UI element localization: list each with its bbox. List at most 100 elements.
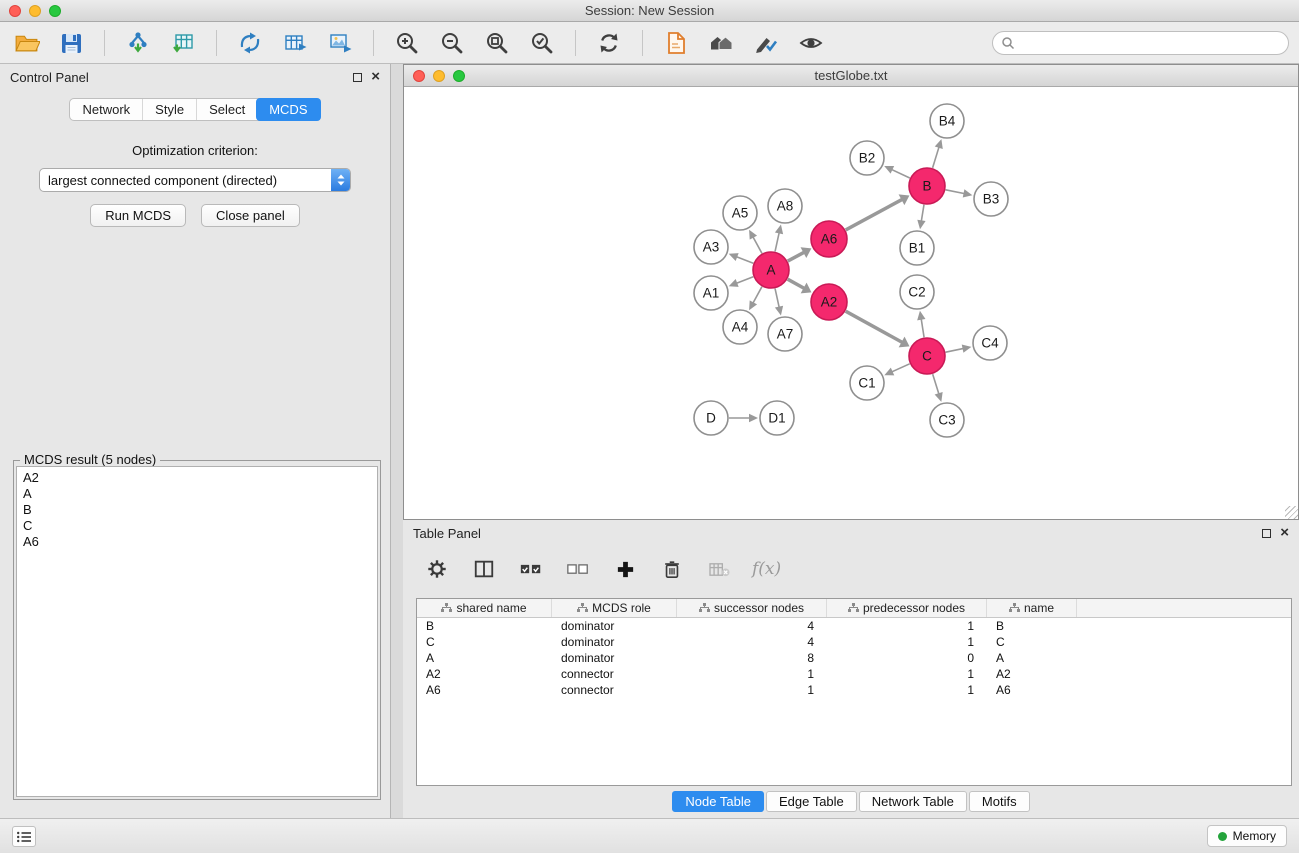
tab-mcds[interactable]: MCDS	[256, 98, 320, 121]
tab-network[interactable]: Network	[70, 99, 142, 120]
graph-node-A5[interactable]: A5	[723, 196, 757, 230]
graph-edge-A-A4[interactable]	[753, 287, 762, 304]
result-item[interactable]: C	[23, 518, 371, 534]
graph-edge-C-C2[interactable]	[921, 319, 924, 338]
graph-node-B[interactable]: B	[909, 168, 945, 204]
search-box[interactable]	[992, 31, 1289, 55]
result-item[interactable]: A	[23, 486, 371, 502]
delete-column-icon[interactable]	[705, 555, 733, 583]
graph-node-B2[interactable]: B2	[850, 141, 884, 175]
graph-node-C2[interactable]: C2	[900, 275, 934, 309]
graph-node-B4[interactable]: B4	[930, 104, 964, 138]
graph-node-C[interactable]: C	[909, 338, 945, 374]
refresh-icon[interactable]	[595, 29, 623, 57]
graph-node-A[interactable]: A	[753, 252, 789, 288]
graph-node-A2[interactable]: A2	[811, 284, 847, 320]
show-columns-icon[interactable]	[470, 555, 498, 583]
graph-node-A3[interactable]: A3	[694, 230, 728, 264]
graph-node-C4[interactable]: C4	[973, 326, 1007, 360]
table-row[interactable]: A2connector11A2	[417, 666, 1291, 682]
zoom-fit-icon[interactable]	[483, 29, 511, 57]
export-image-icon[interactable]	[326, 29, 354, 57]
task-history-button[interactable]	[12, 826, 36, 847]
memory-button[interactable]: Memory	[1207, 825, 1287, 847]
graph-edge-A2-C[interactable]	[846, 311, 903, 342]
network-canvas[interactable]: B4B2BB3A5A8A6A3B1AA1C2A2A4A7C4CC1C3DD1	[404, 87, 1298, 519]
eye-icon[interactable]	[797, 29, 825, 57]
tab-select[interactable]: Select	[196, 99, 257, 120]
export-table-icon[interactable]	[281, 29, 309, 57]
table-row[interactable]: A6connector11A6	[417, 682, 1291, 698]
close-panel-icon[interactable]: ×	[371, 72, 380, 82]
home-icon[interactable]	[707, 29, 735, 57]
tab-node-table[interactable]: Node Table	[672, 791, 764, 812]
graph-edge-B-B4[interactable]	[933, 147, 939, 168]
graph-node-A1[interactable]: A1	[694, 276, 728, 310]
zoom-window-button[interactable]	[49, 5, 61, 17]
graph-node-D[interactable]: D	[694, 401, 728, 435]
graph-edge-A-A8[interactable]	[775, 232, 779, 251]
column-header-shared-name[interactable]: shared name	[417, 599, 552, 617]
graph-edge-B-B1[interactable]	[921, 205, 924, 222]
import-table-icon[interactable]	[169, 29, 197, 57]
graph-node-A8[interactable]: A8	[768, 189, 802, 223]
deselect-all-icon[interactable]	[564, 555, 592, 583]
network-close-button[interactable]	[413, 70, 425, 82]
graph-node-A4[interactable]: A4	[723, 310, 757, 344]
graph-edge-B-B3[interactable]	[946, 190, 965, 194]
graph-node-C1[interactable]: C1	[850, 366, 884, 400]
result-item[interactable]: A2	[23, 470, 371, 486]
export-network-icon[interactable]	[236, 29, 264, 57]
graph-edge-A-A6[interactable]	[788, 252, 805, 261]
column-header-mcds-role[interactable]: MCDS role	[552, 599, 677, 617]
graph-edge-A-A2[interactable]	[788, 279, 805, 288]
mcds-result-list[interactable]: A2ABCA6	[16, 466, 378, 797]
add-column-icon[interactable]	[611, 555, 639, 583]
tab-edge-table[interactable]: Edge Table	[766, 791, 857, 812]
close-panel-button[interactable]: Close panel	[201, 204, 300, 227]
column-header-successor-nodes[interactable]: successor nodes	[677, 599, 827, 617]
graph-edge-C-C3[interactable]	[933, 374, 939, 394]
table-row[interactable]: Adominator80A	[417, 650, 1291, 666]
graph-edge-A-A3[interactable]	[736, 257, 753, 264]
close-window-button[interactable]	[9, 5, 21, 17]
run-mcds-button[interactable]: Run MCDS	[90, 204, 186, 227]
zoom-selected-icon[interactable]	[528, 29, 556, 57]
resize-grip[interactable]	[1285, 506, 1298, 519]
graph-edge-B-B2[interactable]	[891, 169, 909, 178]
save-icon[interactable]	[57, 29, 85, 57]
graph-edge-C-C4[interactable]	[946, 348, 964, 352]
tab-motifs[interactable]: Motifs	[969, 791, 1030, 812]
graph-node-B1[interactable]: B1	[900, 231, 934, 265]
column-header-name[interactable]: name	[987, 599, 1077, 617]
zoom-out-icon[interactable]	[438, 29, 466, 57]
table-row[interactable]: Bdominator41B	[417, 618, 1291, 634]
column-header-predecessor-nodes[interactable]: predecessor nodes	[827, 599, 987, 617]
graph-edge-A-A5[interactable]	[753, 237, 762, 254]
delete-row-icon[interactable]	[658, 555, 686, 583]
graph-node-A6[interactable]: A6	[811, 221, 847, 257]
open-folder-icon[interactable]	[12, 29, 40, 57]
close-table-panel-icon[interactable]: ×	[1280, 528, 1289, 538]
result-item[interactable]: B	[23, 502, 371, 518]
tab-style[interactable]: Style	[142, 99, 196, 120]
minimize-window-button[interactable]	[29, 5, 41, 17]
graph-edge-A-A1[interactable]	[736, 277, 753, 284]
graph-edge-A-A7[interactable]	[775, 289, 779, 308]
graph-edge-C-C1[interactable]	[892, 364, 910, 372]
criterion-dropdown[interactable]: largest connected component (directed)	[39, 168, 351, 192]
search-input[interactable]	[1020, 36, 1280, 50]
network-zoom-button[interactable]	[453, 70, 465, 82]
graph-node-A7[interactable]: A7	[768, 317, 802, 351]
import-network-icon[interactable]	[124, 29, 152, 57]
gear-icon[interactable]	[423, 555, 451, 583]
session-file-icon[interactable]	[662, 29, 690, 57]
table-row[interactable]: Cdominator41C	[417, 634, 1291, 650]
graph-node-C3[interactable]: C3	[930, 403, 964, 437]
function-builder-icon[interactable]: f(x)	[752, 559, 781, 579]
network-minimize-button[interactable]	[433, 70, 445, 82]
tab-network-table[interactable]: Network Table	[859, 791, 967, 812]
annotation-icon[interactable]	[752, 29, 780, 57]
graph-node-B3[interactable]: B3	[974, 182, 1008, 216]
float-table-panel-icon[interactable]	[1262, 529, 1271, 538]
